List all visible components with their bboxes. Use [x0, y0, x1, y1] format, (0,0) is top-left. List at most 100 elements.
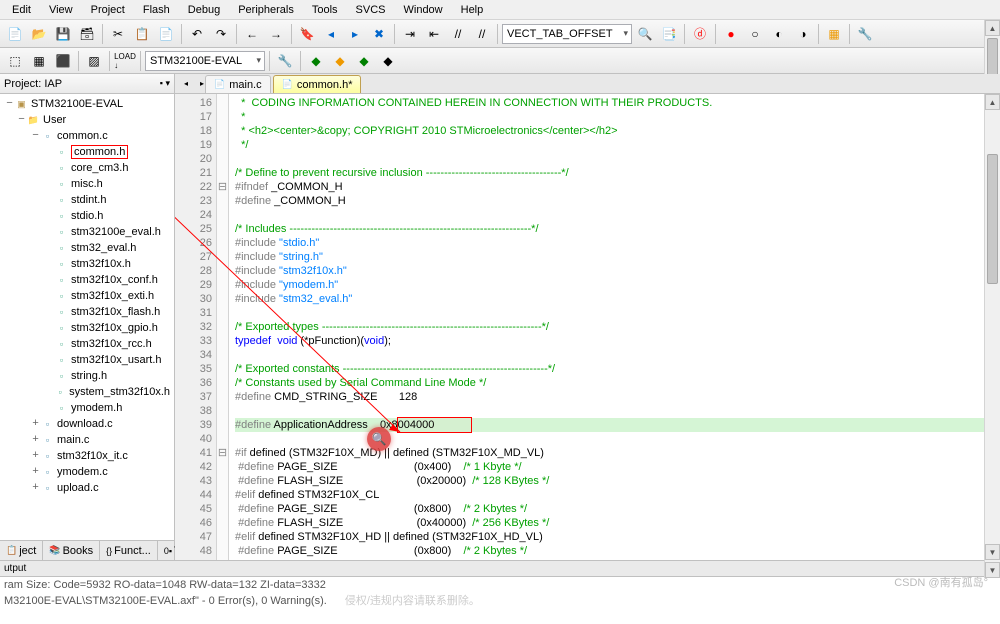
expand-icon[interactable]: − [4, 98, 15, 110]
menu-debug[interactable]: Debug [180, 2, 228, 18]
code-line[interactable]: #define PAGE_SIZE (0x800) /* 2 Kbytes */ [235, 502, 984, 516]
tree-file[interactable]: +▫stm32f10x_it.c [2, 448, 172, 464]
menu-peripherals[interactable]: Peripherals [230, 2, 302, 18]
tree-file[interactable]: ▫stm32f10x_rcc.h [2, 336, 172, 352]
code-line[interactable] [235, 404, 984, 418]
tree-file[interactable]: ▫system_stm32f10x.h [2, 384, 172, 400]
menu-window[interactable]: Window [396, 2, 451, 18]
code-line[interactable]: #ifndef _COMMON_H [235, 180, 984, 194]
tree-file[interactable]: ▫stdint.h [2, 192, 172, 208]
code-line[interactable]: /* Exported types ----------------------… [235, 320, 984, 334]
tree-file[interactable]: ▫stm32f10x_flash.h [2, 304, 172, 320]
copy-icon[interactable]: 📋 [131, 23, 153, 45]
scroll-thumb[interactable] [987, 154, 998, 284]
code-line[interactable] [235, 348, 984, 362]
uncomment-icon[interactable]: // [471, 23, 493, 45]
tree-file[interactable]: ▫common.h [2, 144, 172, 160]
tree-file[interactable]: ▫stm32f10x_exti.h [2, 288, 172, 304]
menu-edit[interactable]: Edit [4, 2, 39, 18]
rebuild-icon[interactable]: ⬛ [52, 50, 74, 72]
file-label[interactable]: core_cm3.h [71, 162, 128, 174]
bookmark-icon[interactable]: 🔖 [296, 23, 318, 45]
code-line[interactable]: #include "stm32f10x.h" [235, 264, 984, 278]
fold-gutter[interactable]: ⊟⊟ [217, 94, 229, 560]
code-line[interactable]: #define PAGE_SIZE (0x400) /* 1 Kbyte */ [235, 460, 984, 474]
indent-icon[interactable]: ⇥ [399, 23, 421, 45]
sidebar-tab[interactable]: 📋ject [0, 541, 43, 560]
tree-file[interactable]: ▫ymodem.h [2, 400, 172, 416]
code-line[interactable]: * [235, 110, 984, 124]
file-label[interactable]: main.c [57, 434, 89, 446]
code-line[interactable]: */ [235, 138, 984, 152]
manage2-icon[interactable]: ◆ [329, 50, 351, 72]
open-icon[interactable]: 📂 [28, 23, 50, 45]
scroll-up-icon[interactable]: ▲ [985, 20, 1000, 36]
file-label[interactable]: common.h [71, 145, 128, 159]
bookmark-clear-icon[interactable]: ✖ [368, 23, 390, 45]
code-line[interactable] [235, 432, 984, 446]
tree-file[interactable]: ▫stm32f10x.h [2, 256, 172, 272]
redo-icon[interactable]: ↷ [210, 23, 232, 45]
expand-icon[interactable]: − [16, 114, 27, 126]
tree-file[interactable]: ▫stm32f10x_usart.h [2, 352, 172, 368]
code-line[interactable]: /* Exported constants ------------------… [235, 362, 984, 376]
translate-icon[interactable]: ⬚ [4, 50, 26, 72]
manage-icon[interactable]: ◆ [305, 50, 327, 72]
file-label[interactable]: stm32f10x_usart.h [71, 354, 162, 366]
file-label[interactable]: stm32f10x_it.c [57, 450, 128, 462]
paste-icon[interactable]: 📄 [155, 23, 177, 45]
tree-file[interactable]: ▫stm32f10x_conf.h [2, 272, 172, 288]
file-label[interactable]: stm32f10x.h [71, 258, 131, 270]
tree-file[interactable]: ▫string.h [2, 368, 172, 384]
nav-back-icon[interactable]: ← [241, 23, 263, 45]
expand-icon[interactable]: + [30, 434, 41, 446]
code-line[interactable]: #define CMD_STRING_SIZE 128 [235, 390, 984, 404]
code-line[interactable] [235, 208, 984, 222]
tree-group[interactable]: User [43, 114, 66, 126]
expand-icon[interactable]: − [30, 130, 41, 142]
tree-file[interactable]: ▫stm32100e_eval.h [2, 224, 172, 240]
breakpoint3-icon[interactable]: ◐ [768, 23, 790, 45]
target-combo[interactable]: STM32100E-EVAL [145, 51, 265, 71]
menu-flash[interactable]: Flash [135, 2, 178, 18]
code-line[interactable]: #elif defined STM32F10X_HD || defined (S… [235, 530, 984, 544]
window-icon[interactable]: ▦ [823, 23, 845, 45]
tree-file[interactable]: +▫ymodem.c [2, 464, 172, 480]
expand-icon[interactable]: + [30, 418, 41, 430]
download-icon[interactable]: LOAD↓ [114, 50, 136, 72]
undo-icon[interactable]: ↶ [186, 23, 208, 45]
tab-prev-icon[interactable]: ◂ [179, 76, 193, 90]
tree-file[interactable]: −▫common.c [2, 128, 172, 144]
file-label[interactable]: upload.c [57, 482, 99, 494]
code-line[interactable]: #include "stm32_eval.h" [235, 292, 984, 306]
tree-file[interactable]: +▫download.c [2, 416, 172, 432]
code-line[interactable]: #include "string.h" [235, 250, 984, 264]
tree-file[interactable]: ▫misc.h [2, 176, 172, 192]
file-label[interactable]: common.c [57, 130, 108, 142]
outdent-icon[interactable]: ⇤ [423, 23, 445, 45]
find-icon[interactable]: 🔍 [634, 23, 656, 45]
code-line[interactable]: typedef void (*pFunction)(void); [235, 334, 984, 348]
tree-file[interactable]: ▫core_cm3.h [2, 160, 172, 176]
code-line[interactable]: /* Includes ----------------------------… [235, 222, 984, 236]
file-label[interactable]: ymodem.c [57, 466, 108, 478]
breakpoint4-icon[interactable]: ◑ [792, 23, 814, 45]
code-content[interactable]: * CODING INFORMATION CONTAINED HEREIN IN… [229, 94, 984, 560]
code-line[interactable]: #define FLASH_SIZE (0x80000) /* 512 KByt… [235, 558, 984, 560]
editor-tab[interactable]: 📄main.c [205, 75, 271, 93]
code-line[interactable]: /* Constants used by Serial Command Line… [235, 376, 984, 390]
find-combo[interactable]: VECT_TAB_OFFSET [502, 24, 632, 44]
build-all-icon[interactable]: ▨ [83, 50, 105, 72]
menu-project[interactable]: Project [83, 2, 133, 18]
file-label[interactable]: stm32f10x_flash.h [71, 306, 160, 318]
file-label[interactable]: string.h [71, 370, 107, 382]
expand-icon[interactable]: + [30, 466, 41, 478]
code-line[interactable]: /* Define to prevent recursive inclusion… [235, 166, 984, 180]
file-label[interactable]: stdio.h [71, 210, 103, 222]
tree-file[interactable]: +▫upload.c [2, 480, 172, 496]
code-line[interactable]: * CODING INFORMATION CONTAINED HEREIN IN… [235, 96, 984, 110]
output-text[interactable]: ram Size: Code=5932 RO-data=1048 RW-data… [0, 577, 1000, 624]
code-line[interactable]: #include "ymodem.h" [235, 278, 984, 292]
code-editor[interactable]: 1617181920212223242526272829303132333435… [175, 94, 1000, 560]
expand-icon[interactable]: + [30, 482, 41, 494]
